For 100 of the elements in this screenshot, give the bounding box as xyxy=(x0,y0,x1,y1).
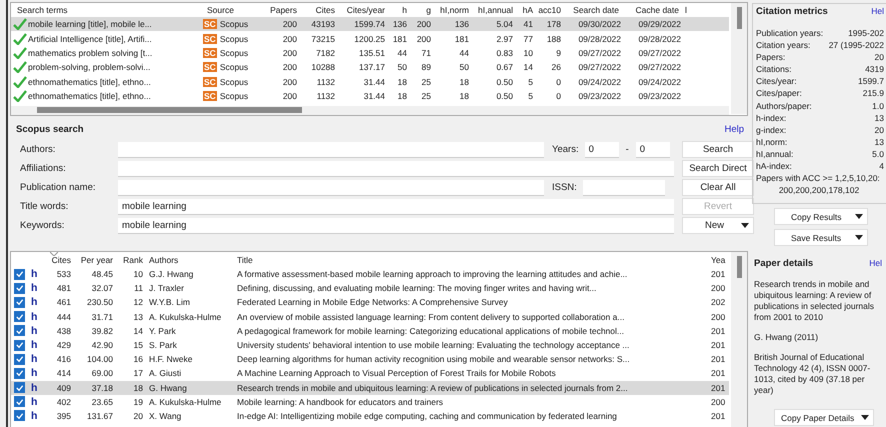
selected-row[interactable]: mobile learning [title], mobile le... SC Scopus 200 43193 1599.74 136 200 136 5.04 41 178 09/30/2022 09/29/2022 xyxy=(11,17,729,32)
metric-value: 20 xyxy=(874,51,884,64)
column-header[interactable]: Per year xyxy=(74,254,116,264)
button[interactable]: Clear All xyxy=(682,179,754,196)
table-cell-text: 414 xyxy=(56,368,72,378)
check-icon xyxy=(13,90,27,102)
table-cell-text: 17 xyxy=(132,368,144,378)
column-header[interactable]: hI,annual xyxy=(471,5,515,15)
input-field[interactable] xyxy=(582,180,665,196)
field-label: Authors: xyxy=(20,144,56,155)
column-header[interactable]: g xyxy=(409,5,433,15)
column-header[interactable]: Title xyxy=(234,254,708,264)
dropdown-button[interactable]: Save Results xyxy=(774,229,868,246)
column-header[interactable]: h xyxy=(387,5,409,15)
metric-value: 1599.7 xyxy=(858,75,884,88)
dropdown-button[interactable]: Copy Paper Details xyxy=(774,409,874,426)
table-cell-text: 19 xyxy=(132,396,144,407)
table-cell-text: 10 xyxy=(522,48,534,58)
column-header[interactable]: Rank xyxy=(116,254,146,264)
input-field[interactable] xyxy=(118,142,544,158)
column-header[interactable]: Cites/year xyxy=(337,5,387,15)
horizontal-scrollbar[interactable] xyxy=(11,106,729,115)
column-header[interactable]: Cache date xyxy=(623,5,683,15)
checkbox[interactable] xyxy=(14,296,25,308)
h-mark: h xyxy=(30,353,38,366)
dropdown-button[interactable]: Copy Results xyxy=(774,208,868,226)
column-header[interactable]: Authors xyxy=(146,254,234,264)
table-cell-text: 178 xyxy=(546,19,562,30)
checkbox[interactable] xyxy=(14,354,25,365)
table-cell-text: 14 xyxy=(522,62,534,72)
field-label: Affiliations: xyxy=(20,163,67,174)
h-mark: h xyxy=(30,367,38,380)
table-cell-text: 23.65 xyxy=(90,396,114,407)
year-field[interactable]: 0 xyxy=(584,142,619,158)
field-label: Years: xyxy=(552,144,579,155)
column-header[interactable]: Yea xyxy=(708,254,730,264)
checkbox[interactable] xyxy=(14,340,25,351)
table-cell-text: 18 xyxy=(396,76,408,87)
column-header[interactable]: Cites xyxy=(299,5,337,15)
table-cell-text: H.F. Nweke xyxy=(148,354,194,364)
h-mark: h xyxy=(30,410,38,422)
caret-icon xyxy=(861,415,869,420)
input-field[interactable] xyxy=(118,160,674,176)
checkbox[interactable] xyxy=(14,410,25,422)
checkbox[interactable] xyxy=(14,396,25,408)
column-header[interactable]: l xyxy=(683,5,691,15)
input-field[interactable] xyxy=(118,180,544,196)
help-link[interactable]: Hel xyxy=(871,6,884,17)
check-icon xyxy=(15,410,24,421)
table-cell-text: 20 xyxy=(132,410,144,421)
table-cell-text: 09/27/2022 xyxy=(637,62,682,72)
table-cell-text: 188 xyxy=(546,34,562,44)
table-cell-text: 15 xyxy=(132,340,144,350)
button[interactable]: Search xyxy=(682,141,754,158)
column-header[interactable]: Search date xyxy=(563,5,623,15)
year-field[interactable]: 0 xyxy=(636,142,670,158)
help-link[interactable]: Hel xyxy=(869,258,882,270)
table-cell-text: 26 xyxy=(550,62,562,72)
table-cell-text: 7182 xyxy=(315,48,336,58)
section-title: Citation metrics xyxy=(756,6,828,17)
table-cell-text: 200 xyxy=(416,19,432,30)
checkbox[interactable] xyxy=(14,368,25,379)
dropdown-button[interactable]: New xyxy=(682,217,754,234)
column-header[interactable]: Cites xyxy=(40,254,74,264)
metric-value: 1.0 xyxy=(872,100,884,112)
vertical-scrollbar[interactable] xyxy=(731,3,747,114)
table-cell-text: 402 xyxy=(56,396,72,407)
checkbox[interactable] xyxy=(14,311,25,322)
button[interactable]: Search Direct xyxy=(682,160,754,177)
check-icon xyxy=(13,32,27,45)
column-header[interactable]: acc10 xyxy=(535,5,563,15)
table-cell-text: 73215 xyxy=(310,34,336,44)
table-cell-text: 5 xyxy=(527,76,534,87)
metric-label: hI,norm: xyxy=(756,136,788,148)
checkbox[interactable] xyxy=(14,268,25,280)
selected-row[interactable]: h 409 37.18 18 G. Hwang Research trends in mobile and ubiquitous learning: A review of publications in selected journals from 2... 201 xyxy=(11,380,729,395)
table-cell-text: A Machine Learning Approach to Visual Perception of Forest Trails for Mobile Robots xyxy=(236,368,557,378)
table-cell-text: 50 xyxy=(458,62,470,72)
column-header[interactable]: Search terms xyxy=(11,5,201,15)
section-title: Paper details xyxy=(754,258,814,270)
input-field[interactable]: mobile learning xyxy=(118,218,674,234)
metric-value: 13 xyxy=(874,112,884,124)
column-header[interactable]: Source xyxy=(201,5,263,15)
checkbox[interactable] xyxy=(14,382,25,394)
table-cell-text: 10288 xyxy=(310,62,336,72)
table-cell-text: 09/24/2022 xyxy=(577,76,622,87)
input-field[interactable]: mobile learning xyxy=(118,198,674,214)
column-header[interactable]: hA xyxy=(515,5,535,15)
help-link[interactable]: Help xyxy=(724,124,744,135)
table-cell-text: 2.97 xyxy=(495,34,514,44)
h-mark: h xyxy=(30,339,38,352)
table-cell-text: Mobile learning: A handbook for educators and trainers xyxy=(236,396,444,407)
column-header[interactable]: Papers xyxy=(263,5,299,15)
checkbox[interactable] xyxy=(14,282,25,294)
table-cell-text: 1132 xyxy=(316,91,336,102)
table-cell-text: 16 xyxy=(132,354,144,364)
vertical-scrollbar[interactable] xyxy=(731,252,747,427)
column-header[interactable]: hI,norm xyxy=(433,5,471,15)
source-badge: SC xyxy=(203,48,217,58)
checkbox[interactable] xyxy=(14,325,25,336)
